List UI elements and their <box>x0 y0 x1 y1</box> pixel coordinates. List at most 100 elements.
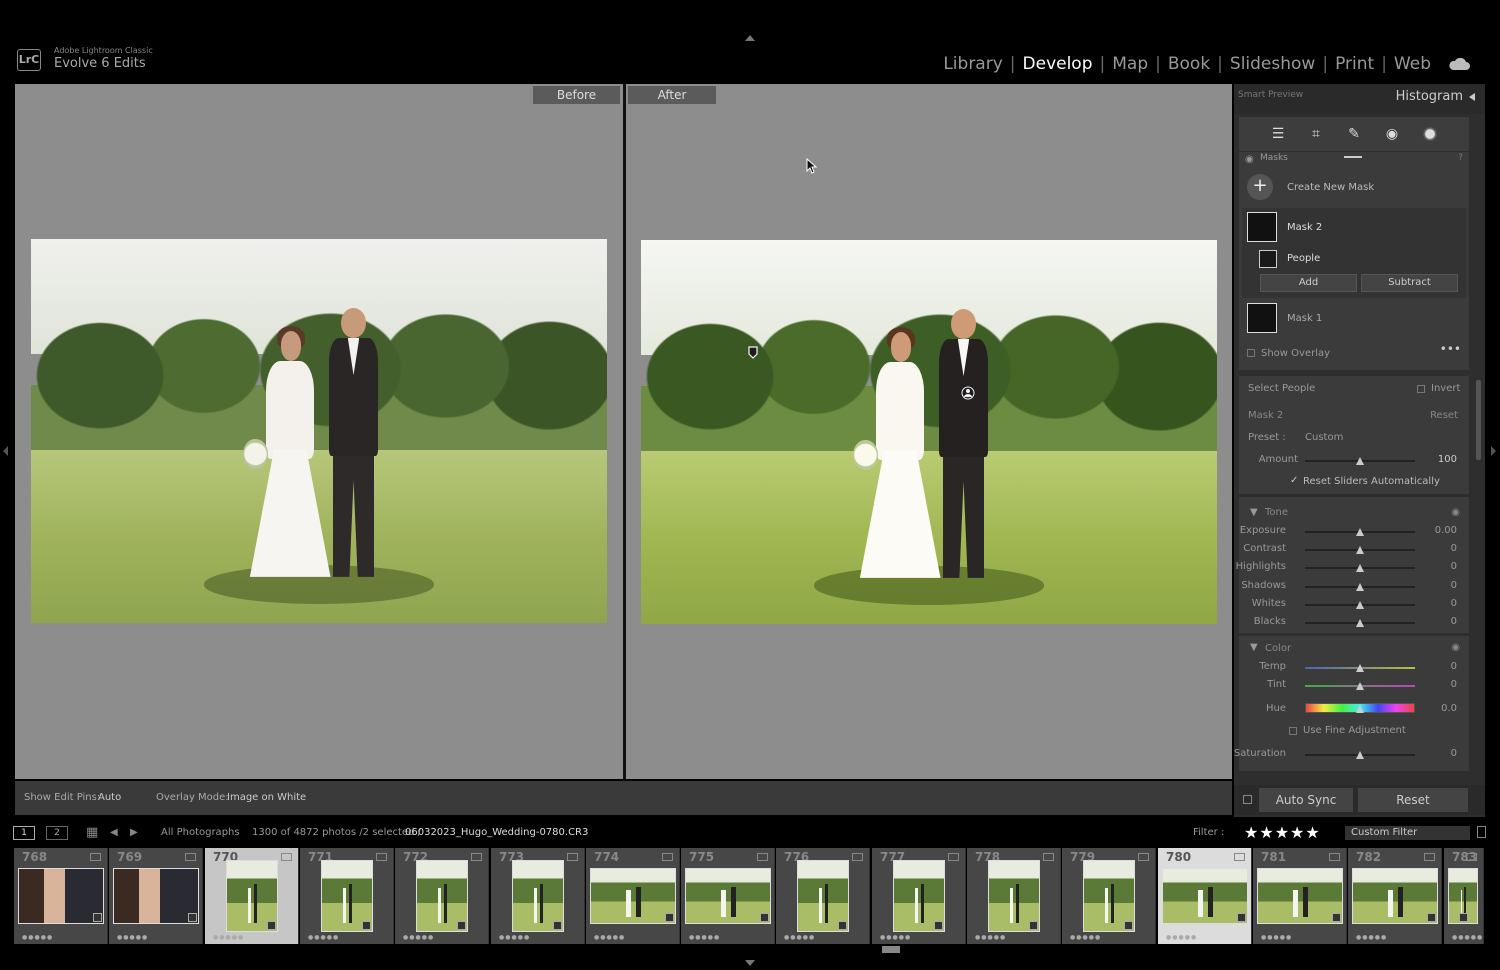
tone-whites-slider-knob[interactable] <box>1356 600 1364 609</box>
module-book[interactable]: Book <box>1161 54 1217 74</box>
filmstrip-cell[interactable]: 776 ●●●●● <box>776 848 870 944</box>
edit-sliders-icon[interactable]: ☰ <box>1270 126 1286 142</box>
cell-flag-icon[interactable] <box>567 853 578 861</box>
amount-slider-knob[interactable] <box>1356 457 1364 465</box>
hue-slider-knob[interactable] <box>1356 705 1364 713</box>
edit-pins-select[interactable]: Auto <box>98 781 121 815</box>
people-component-label[interactable]: People <box>1287 253 1320 264</box>
filmstrip-scrollbar[interactable] <box>882 946 900 953</box>
reset-button[interactable]: Reset <box>1358 788 1468 812</box>
cell-rating[interactable]: ●●●●● <box>499 934 530 941</box>
healing-icon[interactable]: ✎ <box>1346 126 1362 142</box>
left-panel-toggle-icon[interactable] <box>3 446 8 456</box>
temp-slider-knob[interactable] <box>1356 664 1364 672</box>
histogram-collapse-icon[interactable] <box>1469 93 1475 101</box>
tone-shadows-slider-knob[interactable] <box>1356 582 1364 591</box>
crop-icon[interactable]: ⌗ <box>1308 126 1324 142</box>
eye-icon[interactable]: ◉ <box>1245 154 1254 165</box>
filmstrip-cell[interactable]: 769 ●●●●● <box>109 848 203 944</box>
filmstrip-cell[interactable]: 780 ●●●●● <box>1158 848 1252 944</box>
tone-blacks-slider-knob[interactable] <box>1356 619 1364 627</box>
fine-adjust-checkbox[interactable] <box>1289 727 1297 735</box>
module-develop[interactable]: Develop <box>1016 54 1100 74</box>
cell-thumbnail[interactable] <box>18 868 104 924</box>
preset-select[interactable]: Custom <box>1305 432 1343 443</box>
more-options-icon[interactable]: ••• <box>1440 342 1461 356</box>
current-filename[interactable]: 06032023_Hugo_Wedding-0780.CR3 <box>405 820 588 846</box>
filmstrip-cell[interactable]: 783 ●●●●● <box>1444 848 1484 944</box>
tone-collapse-icon[interactable]: ▼ <box>1250 507 1258 518</box>
tone-highlights-value[interactable]: 0 <box>1427 561 1457 572</box>
people-mask-pin-icon[interactable] <box>961 386 975 400</box>
cell-flag-icon[interactable] <box>1234 853 1245 861</box>
cell-flag-icon[interactable] <box>662 853 673 861</box>
top-panel-toggle-icon[interactable] <box>745 35 755 41</box>
module-map[interactable]: Map <box>1105 54 1155 74</box>
add-button[interactable]: Add <box>1260 274 1357 292</box>
primary-window-button[interactable]: 1 <box>13 826 35 840</box>
cell-rating[interactable]: ●●●●● <box>117 934 148 941</box>
cell-flag-icon[interactable] <box>1424 853 1435 861</box>
cell-rating[interactable]: ●●●●● <box>213 934 244 941</box>
cell-flag-icon[interactable] <box>1043 853 1054 861</box>
cell-thumbnail[interactable] <box>590 868 676 924</box>
cell-thumbnail[interactable] <box>1162 868 1248 924</box>
filmstrip-cell[interactable]: 779 ●●●●● <box>1062 848 1156 944</box>
saturation-value[interactable]: 0 <box>1427 748 1457 759</box>
cell-flag-icon[interactable] <box>757 853 768 861</box>
cell-rating[interactable]: ●●●●● <box>880 934 911 941</box>
tone-exposure-value[interactable]: 0.00 <box>1427 525 1457 536</box>
subtract-button[interactable]: Subtract <box>1361 274 1458 292</box>
right-panel-scrollbar[interactable] <box>1476 380 1481 460</box>
right-panel-toggle-icon[interactable] <box>1491 446 1496 456</box>
create-mask-plus-icon[interactable]: + <box>1247 174 1273 200</box>
cell-flag-icon[interactable] <box>852 853 863 861</box>
cloud-icon[interactable] <box>1448 57 1470 71</box>
cell-rating[interactable]: ●●●●● <box>1356 934 1387 941</box>
secondary-window-button[interactable]: 2 <box>46 826 68 840</box>
masking-icon[interactable] <box>1422 126 1438 142</box>
filmstrip-cell[interactable]: 768 ●●●●● <box>14 848 108 944</box>
help-icon[interactable]: ? <box>1458 153 1463 163</box>
cell-rating[interactable]: ●●●●● <box>308 934 339 941</box>
filmstrip-cell[interactable]: 771 ●●●●● <box>300 848 394 944</box>
module-library[interactable]: Library <box>936 54 1009 74</box>
back-arrow-icon[interactable]: ◀ <box>110 820 118 846</box>
filmstrip-cell[interactable]: 772 ●●●●● <box>395 848 489 944</box>
hue-value[interactable]: 0.0 <box>1427 703 1457 714</box>
mask1-thumbnail[interactable] <box>1247 303 1277 333</box>
cell-flag-icon[interactable] <box>1466 853 1477 861</box>
cell-rating[interactable]: ●●●●● <box>975 934 1006 941</box>
tint-slider-knob[interactable] <box>1356 682 1364 690</box>
cell-rating[interactable]: ●●●●● <box>403 934 434 941</box>
cell-flag-icon[interactable] <box>376 853 387 861</box>
mask2-label[interactable]: Mask 2 <box>1287 222 1322 233</box>
cell-flag-icon[interactable] <box>471 853 482 861</box>
sync-toggle-icon[interactable] <box>1243 795 1252 804</box>
filmstrip-cell[interactable]: 773 ●●●●● <box>491 848 585 944</box>
cell-flag-icon[interactable] <box>185 853 196 861</box>
tone-contrast-slider-knob[interactable] <box>1356 546 1364 555</box>
cell-rating[interactable]: ●●●●● <box>1452 934 1483 941</box>
cell-flag-icon[interactable] <box>90 853 101 861</box>
module-print[interactable]: Print <box>1328 54 1381 74</box>
tone-shadows-value[interactable]: 0 <box>1427 580 1457 591</box>
cell-flag-icon[interactable] <box>281 853 292 861</box>
saturation-slider-knob[interactable] <box>1356 751 1364 759</box>
filmstrip-cell[interactable]: 781 ●●●●● <box>1253 848 1347 944</box>
cell-flag-icon[interactable] <box>1329 853 1340 861</box>
cell-rating[interactable]: ●●●●● <box>22 934 53 941</box>
tone-highlights-slider-knob[interactable] <box>1356 564 1364 573</box>
color-eye-icon[interactable]: ◉ <box>1451 642 1460 653</box>
mask-pin-icon[interactable] <box>748 346 758 359</box>
color-collapse-icon[interactable]: ▼ <box>1250 642 1258 653</box>
tone-exposure-slider-knob[interactable] <box>1356 528 1364 536</box>
amount-value[interactable]: 100 <box>1427 454 1457 465</box>
tone-whites-value[interactable]: 0 <box>1427 598 1457 609</box>
tone-blacks-value[interactable]: 0 <box>1427 616 1457 627</box>
cell-thumbnail[interactable] <box>1352 868 1438 924</box>
filmstrip-cell[interactable]: 777 ●●●●● <box>872 848 966 944</box>
panel-grip[interactable] <box>1344 156 1362 158</box>
cell-rating[interactable]: ●●●●● <box>594 934 625 941</box>
mask1-label[interactable]: Mask 1 <box>1287 313 1322 324</box>
